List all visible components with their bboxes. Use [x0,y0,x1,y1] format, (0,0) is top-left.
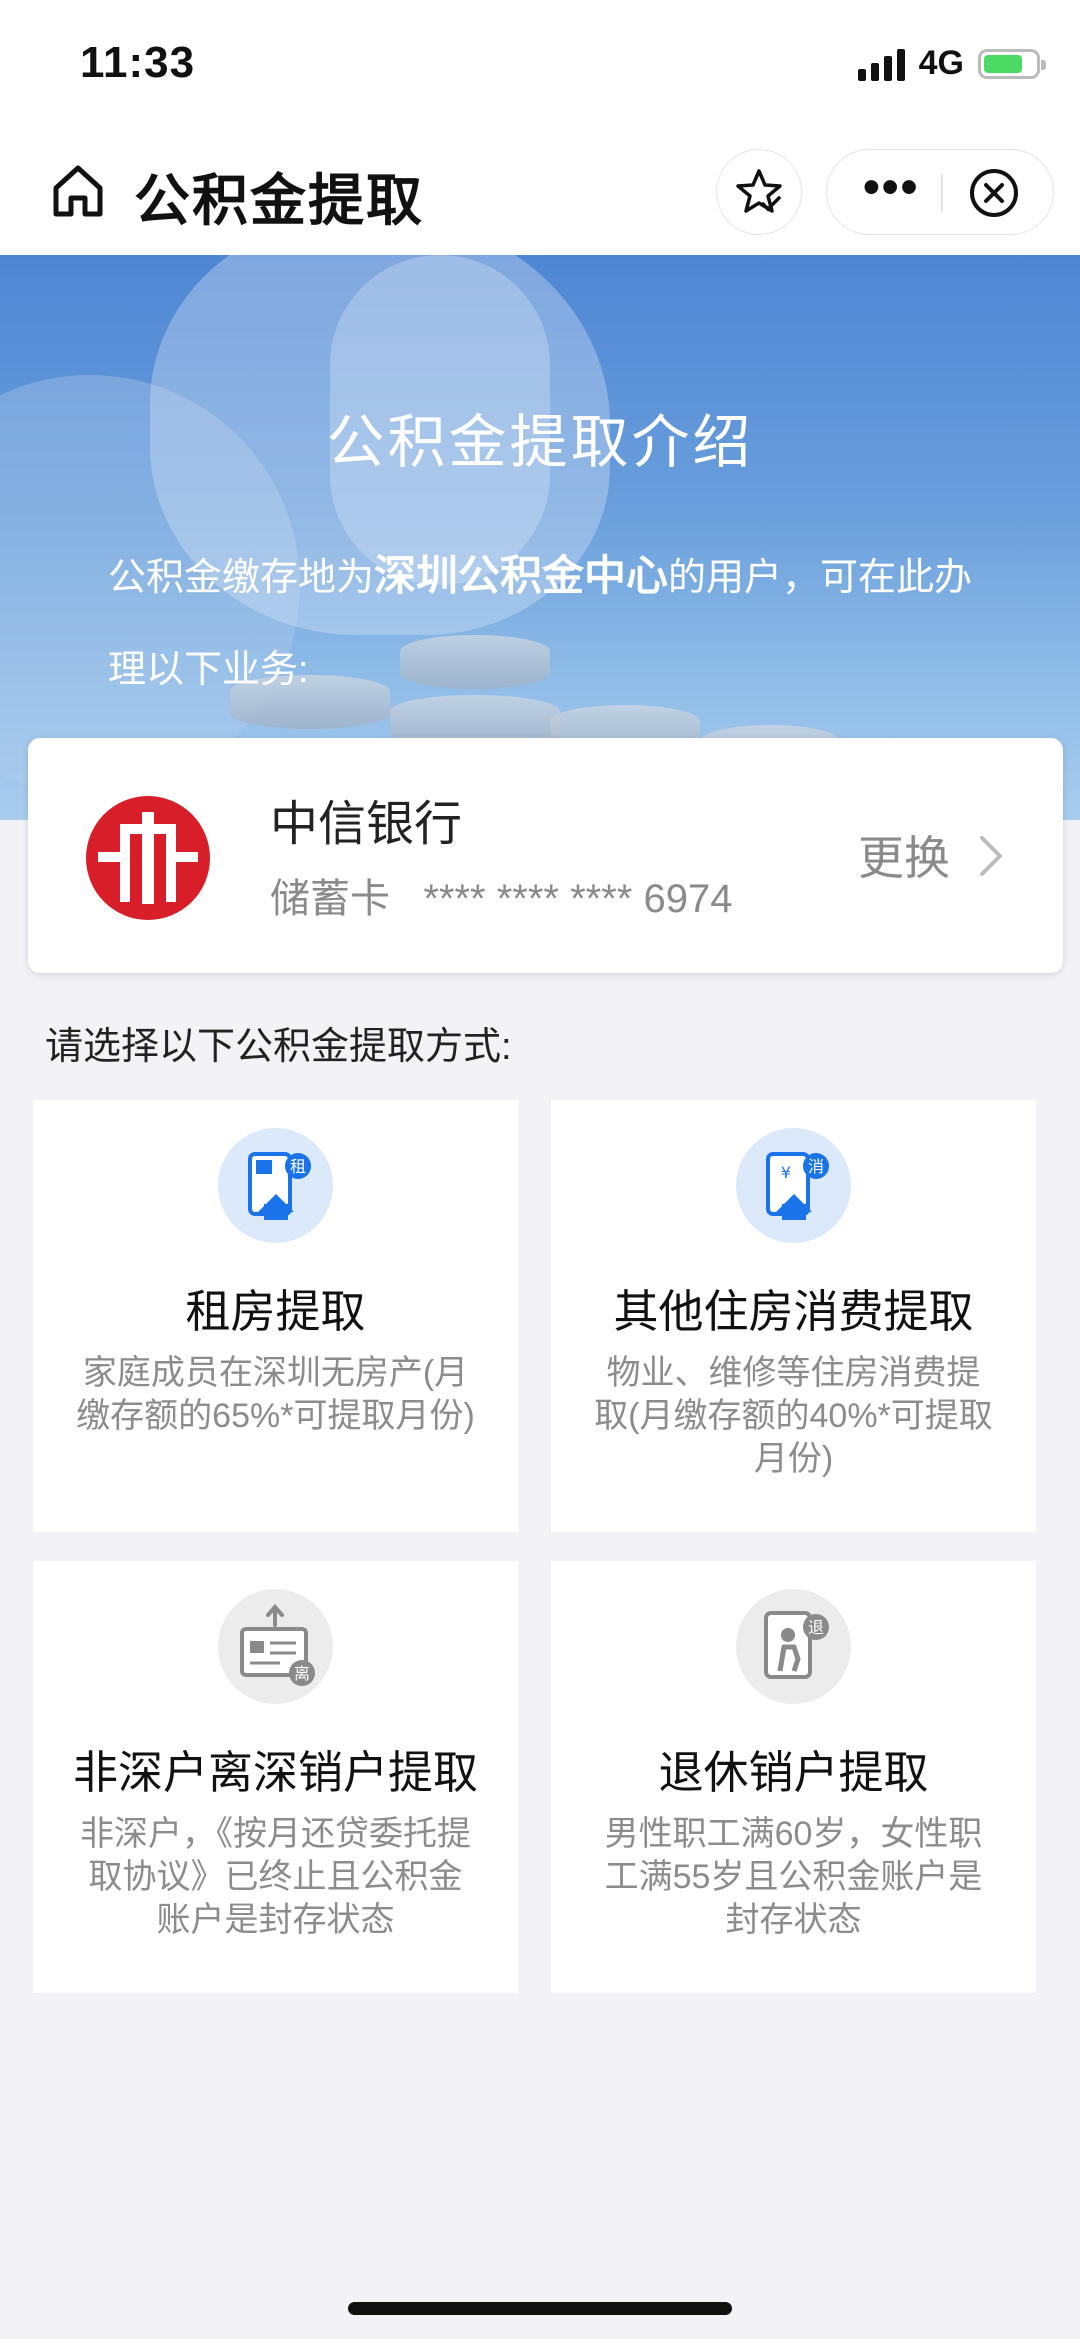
network-type: 4G [918,44,964,82]
status-bar: 11:33 4G [0,0,1080,130]
option-title: 非深户离深销户提取 [72,1747,478,1798]
option-description: 男性职工满60岁，女性职工满55岁且公积金账户是封存状态 [604,1815,983,1939]
svg-text:消: 消 [808,1157,824,1176]
housing-consumption-icon: ¥ 消 [736,1128,851,1243]
card-info: 储蓄卡 **** **** **** 6974 [270,866,732,924]
capsule-divider [941,174,943,212]
banner-text-highlight: 深圳公积金中心 [374,552,669,599]
option-title: 退休销户提取 [658,1747,929,1798]
card-number: **** **** **** 6974 [423,877,733,921]
option-description: 物业、维修等住房消费提取(月缴存额的40%*可提取月份) [594,1354,993,1478]
svg-text:租: 租 [290,1157,306,1176]
mini-program-capsule: ••• [826,149,1054,235]
banner-text-prefix: 公积金缴存地为 [108,557,375,599]
close-icon[interactable] [967,166,1021,220]
bank-card[interactable]: 中信银行 储蓄卡 **** **** **** 6974 更换 [28,738,1063,973]
option-description: 非深户，《按月还贷委托提取协议》已终止且公积金账户是封存状态 [80,1815,471,1939]
section-label: 请选择以下公积金提取方式: [45,1026,512,1068]
change-card-button[interactable]: 更换 [858,822,950,888]
battery-icon [978,48,1046,79]
citic-bank-logo [86,796,210,920]
banner-title: 公积金提取介绍 [326,410,754,475]
page-title: 公积金提取 [134,169,424,232]
nav-bar: 公积金提取 ••• [0,130,1080,255]
leave-shenzhen-icon: 离 [218,1589,333,1704]
star-icon [736,169,782,213]
option-housing-consumption[interactable]: ¥ 消 其他住房消费提取 物业、维修等住房消费提取(月缴存额的40%*可提取月份… [551,1100,1036,1532]
signal-icon [857,47,905,81]
favorite-button[interactable] [716,149,802,235]
chevron-right-icon[interactable] [976,832,1006,880]
option-title: 其他住房消费提取 [613,1286,974,1337]
home-icon[interactable] [48,160,108,220]
status-time: 11:33 [80,38,196,87]
status-right: 4G [857,44,1046,83]
battery-level [984,54,1022,73]
card-type: 储蓄卡 [270,877,390,921]
option-title: 租房提取 [185,1286,366,1337]
banner-description: 公积金缴存地为深圳公积金中心的用户，可在此办理以下业务: [108,530,988,716]
intro-banner: 公积金提取介绍 公积金缴存地为深圳公积金中心的用户，可在此办理以下业务: [0,255,1080,820]
option-retirement[interactable]: 退 退休销户提取 男性职工满60岁，女性职工满55岁且公积金账户是封存状态 [551,1561,1036,1993]
option-rent[interactable]: 租 租房提取 家庭成员在深圳无房产(月缴存额的65%*可提取月份) [33,1100,518,1532]
rent-icon: 租 [218,1128,333,1243]
svg-text:退: 退 [808,1618,824,1637]
option-leave-shenzhen[interactable]: 离 非深户离深销户提取 非深户，《按月还贷委托提取协议》已终止且公积金账户是封存… [33,1561,518,1993]
option-description: 家庭成员在深圳无房产(月缴存额的65%*可提取月份) [76,1354,475,1435]
svg-text:¥: ¥ [781,1163,791,1182]
more-icon[interactable]: ••• [863,164,919,212]
bank-name: 中信银行 [270,798,463,851]
svg-text:离: 离 [294,1664,310,1683]
home-indicator[interactable] [348,2302,732,2315]
retirement-icon: 退 [736,1589,851,1704]
